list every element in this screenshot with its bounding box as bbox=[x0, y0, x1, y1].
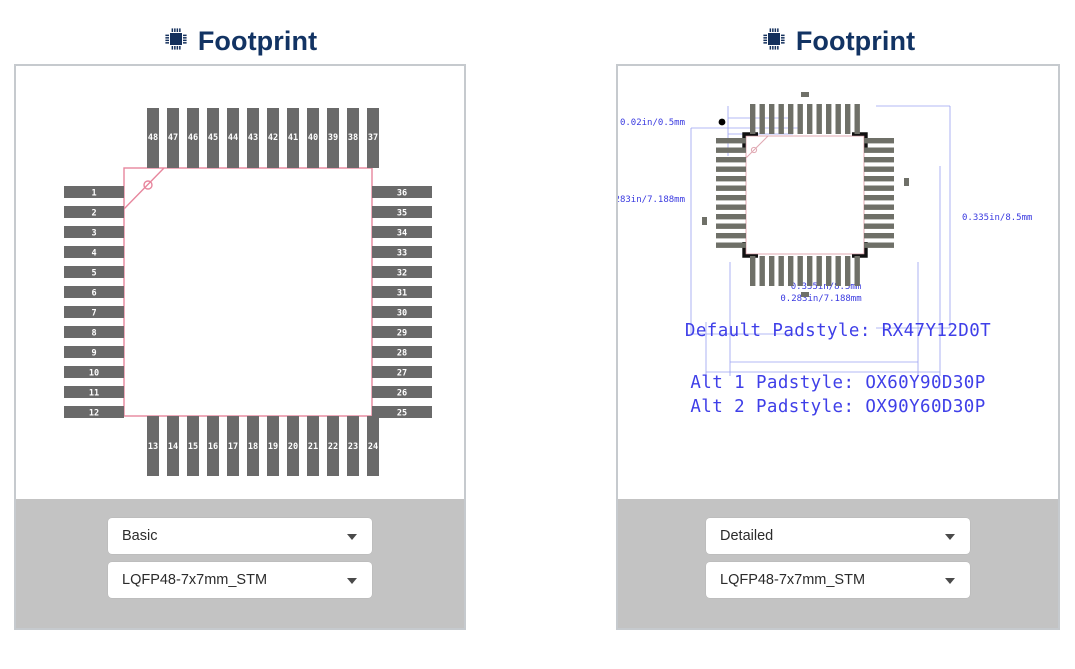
pad-label: 10 bbox=[89, 369, 99, 379]
pad-label: 40 bbox=[308, 133, 318, 143]
pad-label: 44 bbox=[228, 133, 238, 143]
pad-label: 5 bbox=[91, 269, 96, 279]
view-mode-value-basic: Basic bbox=[122, 528, 158, 544]
pad-label: 12 bbox=[89, 409, 99, 419]
padstyle-default: Default Padstyle: RX47Y12D0T bbox=[685, 321, 991, 341]
microchip-icon bbox=[761, 26, 787, 57]
pad-label: 1 bbox=[91, 189, 96, 199]
pad-label: 16 bbox=[208, 442, 218, 452]
part-value-detailed: LQFP48-7x7mm_STM bbox=[720, 572, 866, 588]
pad-label: 35 bbox=[397, 209, 407, 219]
panel-title-detailed: Footprint bbox=[795, 25, 916, 56]
chevron-down-icon bbox=[945, 578, 955, 584]
pad-group-bottom: 13 14 15 16 17 18 19 20 21 22 23 24 bbox=[147, 416, 379, 476]
footprint-drawing-basic: 48 47 46 45 44 43 42 41 40 39 38 37 1 2 … bbox=[64, 108, 432, 476]
pad-label: 6 bbox=[91, 289, 96, 299]
pad-label: 21 bbox=[308, 442, 318, 452]
pad-label: 38 bbox=[348, 133, 358, 143]
footprint-panel-basic: Footprint 48 47 46 45 44 43 42 41 40 39 … bbox=[14, 18, 466, 630]
pad-label: 13 bbox=[148, 442, 158, 452]
dimension-pitch: 0.02in/0.5mm bbox=[620, 118, 685, 128]
pad-label: 9 bbox=[91, 349, 96, 359]
panel-title-basic: Footprint bbox=[197, 25, 318, 56]
controls-detailed: Detailed LQFP48-7x7mm_STM bbox=[618, 499, 1058, 628]
pad-label: 31 bbox=[397, 289, 407, 299]
pad-label: 33 bbox=[397, 249, 407, 259]
pad-label: 29 bbox=[397, 329, 407, 339]
pad-label: 46 bbox=[188, 133, 198, 143]
panel-frame-detailed: 0.02in/0.5mm 0.283in/7.188mm 0.335in/8.5… bbox=[616, 64, 1060, 630]
pad-label: 15 bbox=[188, 442, 198, 452]
pad-label: 11 bbox=[89, 389, 99, 399]
pad-group-left: 1 2 3 4 5 6 7 8 9 10 11 12 bbox=[64, 186, 124, 419]
controls-basic: Basic LQFP48-7x7mm_STM bbox=[16, 499, 464, 628]
view-mode-value-detailed: Detailed bbox=[720, 528, 774, 544]
pad-label: 42 bbox=[268, 133, 278, 143]
pad-label: 36 bbox=[397, 189, 407, 199]
pad-label: 23 bbox=[348, 442, 358, 452]
pad-label: 34 bbox=[397, 229, 407, 239]
padstyle-alt2: Alt 2 Padstyle: OX90Y60D30P bbox=[690, 397, 985, 417]
panel-header-basic: Footprint bbox=[14, 18, 466, 64]
footprint-panel-detailed: Footprint 0.02in/0.5mm 83in/7.188mm 0.33… bbox=[616, 18, 1060, 630]
pad-label: 19 bbox=[268, 442, 278, 452]
pad-label: 7 bbox=[91, 309, 96, 319]
padstyle-alt1: Alt 1 Padstyle: OX60Y90D30P bbox=[690, 373, 985, 393]
microchip-icon bbox=[163, 26, 189, 57]
footprint-drawing-detailed: 0.02in/0.5mm 0.283in/7.188mm 0.335in/8.5… bbox=[618, 92, 1032, 417]
pad-label: 48 bbox=[148, 133, 158, 143]
pad-label: 26 bbox=[397, 389, 407, 399]
view-mode-select-detailed[interactable]: Detailed bbox=[706, 518, 970, 554]
pad-label: 22 bbox=[328, 442, 338, 452]
pad-label: 45 bbox=[208, 133, 218, 143]
pad-label: 14 bbox=[168, 442, 178, 452]
dimension-body-left: 0.283in/7.188mm bbox=[618, 195, 685, 205]
view-mode-select-basic[interactable]: Basic bbox=[108, 518, 372, 554]
pad-label: 39 bbox=[328, 133, 338, 143]
part-value-basic: LQFP48-7x7mm_STM bbox=[122, 572, 268, 588]
chevron-down-icon bbox=[347, 534, 357, 540]
footprint-canvas-basic[interactable]: 48 47 46 45 44 43 42 41 40 39 38 37 1 2 … bbox=[16, 66, 464, 499]
panel-frame-basic: 48 47 46 45 44 43 42 41 40 39 38 37 1 2 … bbox=[14, 64, 466, 630]
chevron-down-icon bbox=[945, 534, 955, 540]
pad-label: 47 bbox=[168, 133, 178, 143]
pad-label: 25 bbox=[397, 409, 407, 419]
pad-label: 17 bbox=[228, 442, 238, 452]
pad-label: 24 bbox=[368, 442, 378, 452]
screenshot-root: Footprint 48 47 46 45 44 43 42 41 40 39 … bbox=[0, 0, 1075, 669]
pad-label: 27 bbox=[397, 369, 407, 379]
footprint-canvas-detailed[interactable]: 0.02in/0.5mm 0.283in/7.188mm 0.335in/8.5… bbox=[618, 66, 1058, 499]
detailed-footprint-geometry bbox=[702, 92, 909, 297]
pad-label: 43 bbox=[248, 133, 258, 143]
dimension-body-bottom: 0.283in/7.188mm bbox=[780, 294, 861, 304]
pad-label: 32 bbox=[397, 269, 407, 279]
chevron-down-icon bbox=[347, 578, 357, 584]
pad-label: 20 bbox=[288, 442, 298, 452]
pin1-dot bbox=[718, 118, 726, 126]
pad-label: 18 bbox=[248, 442, 258, 452]
pad-label: 2 bbox=[91, 209, 96, 219]
pad-group-right: 36 35 34 33 32 31 30 29 28 27 26 25 bbox=[372, 186, 432, 419]
pad-label: 37 bbox=[368, 133, 378, 143]
pad-group-top: 48 47 46 45 44 43 42 41 40 39 38 37 bbox=[147, 108, 379, 168]
dimension-span-right: 0.335in/8.5mm bbox=[962, 213, 1032, 223]
part-select-basic[interactable]: LQFP48-7x7mm_STM bbox=[108, 562, 372, 598]
pad-label: 30 bbox=[397, 309, 407, 319]
pad-label: 4 bbox=[91, 249, 96, 259]
part-select-detailed[interactable]: LQFP48-7x7mm_STM bbox=[706, 562, 970, 598]
pad-label: 8 bbox=[91, 329, 96, 339]
panel-header-detailed: Footprint bbox=[616, 18, 1060, 64]
pad-label: 28 bbox=[397, 349, 407, 359]
pad-label: 3 bbox=[91, 229, 96, 239]
pad-label: 41 bbox=[288, 133, 298, 143]
